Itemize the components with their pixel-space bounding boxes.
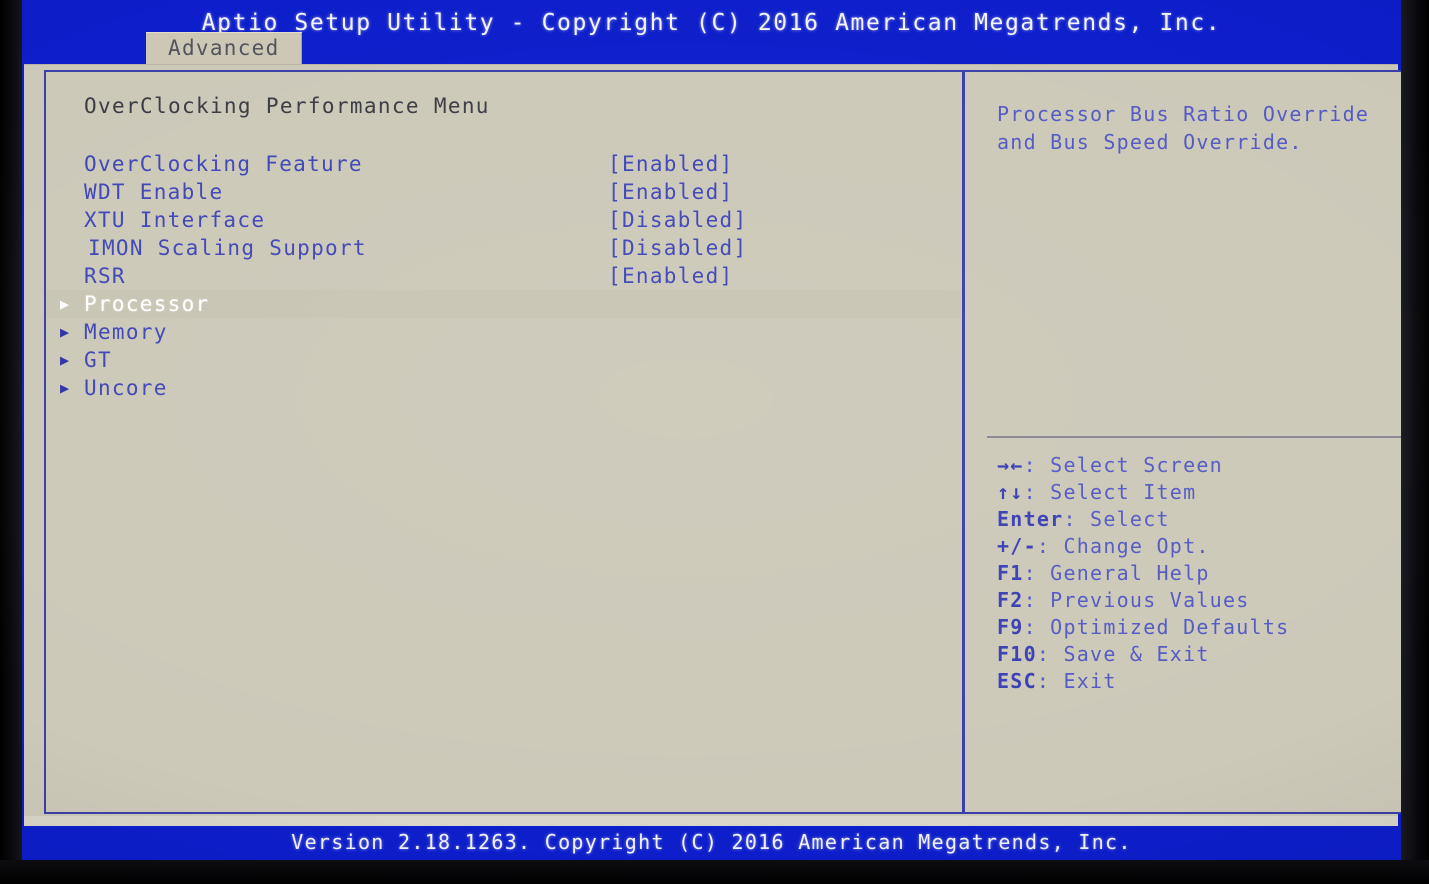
legend-key: F10 <box>997 642 1037 666</box>
settings-row-processor[interactable]: ▶ Processor <box>46 290 961 318</box>
settings-row-label: Processor <box>84 292 210 316</box>
triangle-right-icon: ▶ <box>60 295 70 313</box>
legend-row: F9: Optimized Defaults <box>997 614 1401 641</box>
footer-gap <box>24 816 1398 826</box>
settings-row-overclocking-feature[interactable]: OverClocking Feature [Enabled] <box>46 150 961 178</box>
legend-label: : Optimized Defaults <box>1023 615 1290 639</box>
bios-content: OverClocking Performance Menu OverClocki… <box>46 72 1401 812</box>
legend-row: F10: Save & Exit <box>997 641 1401 668</box>
menu-tab-bar[interactable]: Advanced <box>22 32 302 64</box>
legend-label: : General Help <box>1023 561 1210 585</box>
settings-row-memory[interactable]: ▶ Memory <box>46 318 961 346</box>
legend-label: : Change Opt. <box>1036 534 1210 558</box>
settings-row-label: RSR <box>84 264 126 288</box>
legend-row: +/-: Change Opt. <box>997 533 1401 560</box>
settings-column: OverClocking Performance Menu OverClocki… <box>46 72 961 812</box>
legend-label: : Save & Exit <box>1036 642 1210 666</box>
legend-row: →←: Select Screen <box>997 452 1401 479</box>
vertical-divider <box>962 72 965 812</box>
bios-footer-bar: Version 2.18.1263. Copyright (C) 2016 Am… <box>22 826 1401 860</box>
legend-label: : Select Item <box>1023 480 1197 504</box>
settings-row-label: IMON Scaling Support <box>88 236 367 260</box>
legend-key: F1 <box>997 561 1024 585</box>
legend-label: : Select Screen <box>1023 453 1223 477</box>
legend-row: ESC: Exit <box>997 668 1401 695</box>
horizontal-divider <box>987 436 1401 438</box>
settings-row-uncore[interactable]: ▶ Uncore <box>46 374 961 402</box>
legend-label: : Select <box>1063 507 1170 531</box>
settings-row-xtu-interface[interactable]: XTU Interface [Disabled] <box>46 206 961 234</box>
legend-key: F2 <box>997 588 1024 612</box>
tab-advanced[interactable]: Advanced <box>146 32 302 64</box>
settings-row-wdt-enable[interactable]: WDT Enable [Enabled] <box>46 178 961 206</box>
legend-label: : Exit <box>1036 669 1117 693</box>
legend-key: ↑↓ <box>997 480 1024 504</box>
bios-screen: Aptio Setup Utility - Copyright (C) 2016… <box>22 0 1401 860</box>
version-text: Version 2.18.1263. Copyright (C) 2016 Am… <box>291 830 1132 854</box>
monitor-bezel-right <box>1401 0 1429 884</box>
key-legend: →←: Select Screen ↑↓: Select Item Enter: S… <box>997 452 1401 695</box>
settings-row-label: XTU Interface <box>84 208 266 232</box>
legend-row: ↑↓: Select Item <box>997 479 1401 506</box>
legend-key: Enter <box>997 507 1064 531</box>
legend-row: F1: General Help <box>997 560 1401 587</box>
settings-row-label: Memory <box>84 320 168 344</box>
legend-key: F9 <box>997 615 1024 639</box>
triangle-right-icon: ▶ <box>60 351 70 369</box>
settings-row-label: GT <box>84 348 112 372</box>
help-column: Processor Bus Ratio Override and Bus Spe… <box>971 72 1401 812</box>
settings-row-value[interactable]: [Disabled] <box>608 206 747 234</box>
monitor-bezel-bottom <box>0 860 1429 884</box>
bios-photo: Aptio Setup Utility - Copyright (C) 2016… <box>0 0 1429 884</box>
settings-row-value[interactable]: [Enabled] <box>608 150 734 178</box>
help-description: Processor Bus Ratio Override and Bus Spe… <box>997 102 1370 154</box>
legend-label: : Previous Values <box>1023 588 1250 612</box>
settings-row-value[interactable]: [Enabled] <box>608 262 734 290</box>
section-title: OverClocking Performance Menu <box>84 94 490 118</box>
triangle-right-icon: ▶ <box>60 323 70 341</box>
settings-row-label: Uncore <box>84 376 168 400</box>
settings-row-rsr[interactable]: RSR [Enabled] <box>46 262 961 290</box>
settings-row-value[interactable]: [Disabled] <box>608 234 747 262</box>
legend-key: →← <box>997 453 1024 477</box>
settings-row-gt[interactable]: ▶ GT <box>46 346 961 374</box>
triangle-right-icon: ▶ <box>60 379 70 397</box>
legend-key: ESC <box>997 669 1037 693</box>
settings-row-label: OverClocking Feature <box>84 152 363 176</box>
legend-row: F2: Previous Values <box>997 587 1401 614</box>
settings-list[interactable]: OverClocking Feature [Enabled] WDT Enable [… <box>46 150 961 402</box>
legend-key: +/- <box>997 534 1037 558</box>
settings-row-label: WDT Enable <box>84 180 224 204</box>
legend-row: Enter: Select <box>997 506 1401 533</box>
monitor-bezel-left <box>0 0 22 884</box>
settings-row-imon-scaling-support[interactable]: IMON Scaling Support [Disabled] <box>46 234 961 262</box>
settings-row-value[interactable]: [Enabled] <box>608 178 734 206</box>
